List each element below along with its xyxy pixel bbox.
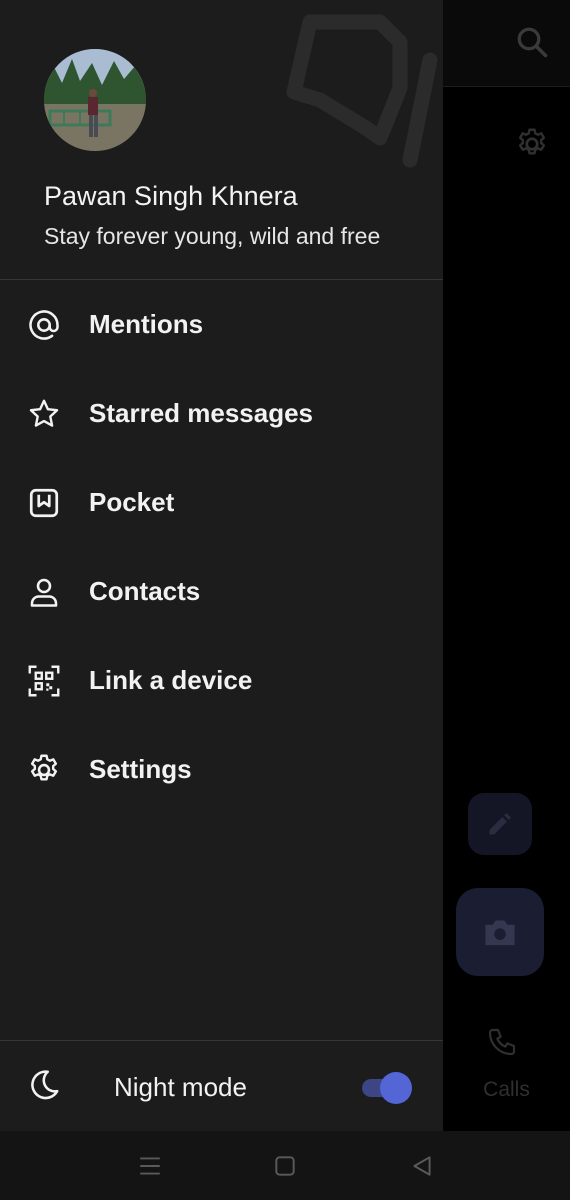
menu-item-link-a-device[interactable]: Link a device [0, 636, 443, 725]
at-icon [29, 309, 59, 340]
gear-icon[interactable] [514, 126, 550, 162]
toggle-knob [380, 1072, 412, 1104]
profile-name: Pawan Singh Khnera [44, 181, 298, 211]
night-mode-toggle[interactable] [360, 1071, 414, 1105]
menu-icon[interactable] [137, 1153, 163, 1179]
back-icon[interactable] [409, 1153, 435, 1179]
navigation-drawer: Pawan Singh Khnera Stay forever young, w… [0, 0, 443, 1131]
night-mode-row[interactable]: Night mode [0, 1040, 443, 1132]
menu-item-contacts[interactable]: Contacts [0, 547, 443, 636]
menu-item-settings[interactable]: Settings [0, 725, 443, 814]
drawer-menu: Mentions Starred messages Pocket Contact… [0, 280, 443, 814]
menu-label-link-a-device: Link a device [89, 665, 253, 695]
menu-label-settings: Settings [89, 754, 192, 784]
pencil-icon [489, 812, 512, 835]
background-top-bar [443, 0, 570, 87]
menu-label-pocket: Pocket [89, 487, 175, 517]
star-icon [29, 399, 59, 427]
drawer-logo-watermark [286, 14, 438, 168]
compose-fab[interactable] [468, 793, 532, 855]
calls-tab-label[interactable]: Calls [443, 1078, 570, 1102]
person-icon [30, 578, 58, 607]
home-icon[interactable] [272, 1153, 298, 1179]
gear-icon [30, 754, 58, 780]
profile-photo [44, 49, 146, 151]
pocket-icon [29, 488, 59, 517]
menu-label-contacts: Contacts [89, 576, 201, 606]
system-nav-bar [0, 1131, 570, 1200]
menu-item-pocket[interactable]: Pocket [0, 458, 443, 547]
search-icon[interactable] [514, 24, 550, 60]
phone-icon[interactable] [486, 1026, 518, 1058]
camera-fab[interactable] [456, 888, 544, 976]
menu-item-mentions[interactable]: Mentions [0, 280, 443, 369]
profile-status: Stay forever young, wild and free [44, 223, 381, 249]
camera-icon [485, 920, 515, 946]
night-mode-label: Night mode [114, 1072, 247, 1102]
qr-code-icon [28, 665, 60, 696]
moon-icon [31, 1070, 59, 1100]
menu-label-starred-messages: Starred messages [89, 398, 314, 428]
drawer-header[interactable]: Pawan Singh Khnera Stay forever young, w… [0, 0, 443, 280]
menu-label-mentions: Mentions [89, 309, 204, 339]
avatar[interactable] [44, 49, 146, 151]
menu-item-starred-messages[interactable]: Starred messages [0, 369, 443, 458]
